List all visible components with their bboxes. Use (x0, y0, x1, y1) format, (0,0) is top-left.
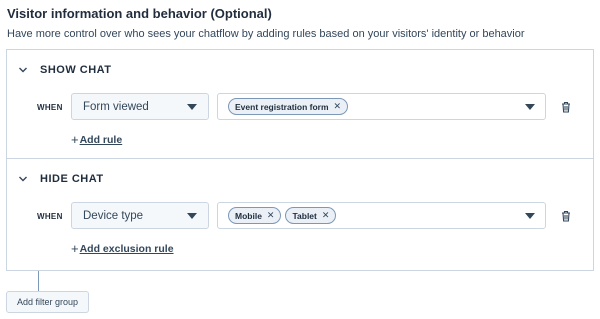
when-label: WHEN (37, 103, 63, 112)
add-rule-button[interactable]: + Add rule (71, 132, 122, 147)
add-exclusion-rule-label: Add exclusion rule (79, 242, 174, 255)
close-icon[interactable]: ✕ (322, 210, 330, 221)
add-rule-label: Add rule (79, 133, 123, 146)
caret-down-icon (187, 213, 197, 219)
group-connector-line (38, 271, 39, 292)
caret-down-icon (525, 213, 535, 219)
close-icon[interactable]: ✕ (267, 210, 275, 221)
when-label: WHEN (37, 212, 63, 221)
property-select-value: Form viewed (83, 100, 149, 113)
trash-icon[interactable] (559, 100, 573, 114)
property-select-value: Device type (83, 209, 144, 222)
caret-down-icon (187, 104, 197, 110)
filter-groups-container: SHOW CHAT WHEN Form viewed Event registr… (6, 49, 594, 271)
show-chat-title: SHOW CHAT (40, 64, 112, 76)
show-chat-group: SHOW CHAT WHEN Form viewed Event registr… (7, 50, 593, 159)
section-description: Have more control over who sees your cha… (7, 28, 525, 40)
trash-icon[interactable] (559, 209, 573, 223)
value-tag: Tablet ✕ (285, 207, 337, 224)
section-title: Visitor information and behavior (Option… (7, 6, 272, 21)
chevron-down-icon[interactable] (18, 65, 28, 75)
show-chat-header[interactable]: SHOW CHAT (18, 64, 112, 76)
property-select[interactable]: Device type (71, 202, 209, 229)
value-tag: Mobile ✕ (228, 207, 282, 224)
hide-chat-title: HIDE CHAT (40, 173, 104, 185)
chevron-down-icon[interactable] (18, 174, 28, 184)
hide-chat-header[interactable]: HIDE CHAT (18, 173, 104, 185)
value-multiselect[interactable]: Event registration form ✕ (217, 93, 546, 120)
add-filter-group-button[interactable]: Add filter group (6, 291, 89, 313)
value-tag-label: Tablet (292, 210, 317, 221)
hide-chat-group: HIDE CHAT WHEN Device type Mobile ✕ Tabl… (7, 159, 593, 270)
close-icon[interactable]: ✕ (334, 101, 342, 112)
value-tag-label: Mobile (235, 210, 262, 221)
value-tag-label: Event registration form (235, 101, 329, 112)
value-multiselect[interactable]: Mobile ✕ Tablet ✕ (217, 202, 546, 229)
caret-down-icon (525, 104, 535, 110)
value-tag: Event registration form ✕ (228, 98, 349, 115)
plus-icon: + (71, 132, 79, 147)
plus-icon: + (71, 241, 79, 256)
property-select[interactable]: Form viewed (71, 93, 209, 120)
add-exclusion-rule-button[interactable]: + Add exclusion rule (71, 241, 174, 256)
